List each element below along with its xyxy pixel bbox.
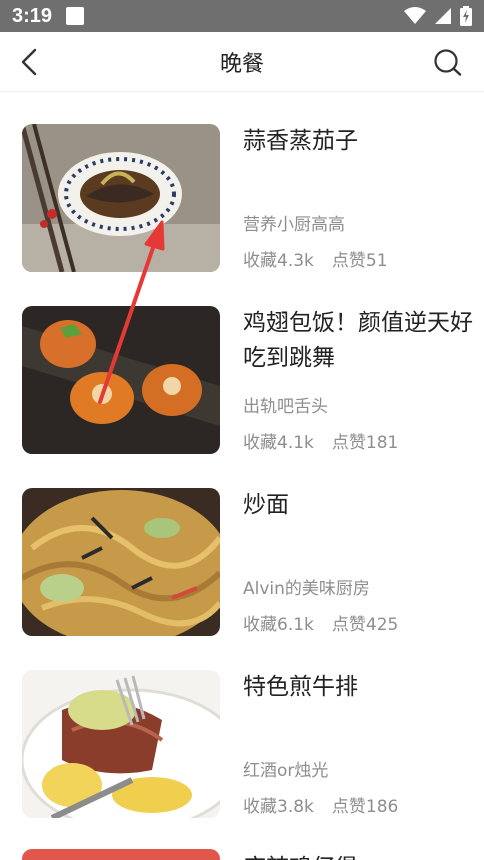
recipe-image[interactable]: [22, 306, 220, 454]
favorite-count: 收藏3.8k: [243, 797, 314, 817]
recipe-image-partial[interactable]: [22, 849, 220, 860]
search-icon[interactable]: [432, 46, 464, 78]
recipe-list: 蒜香蒸茄子 营养小厨高高 收藏4.3k 点赞51 鸡翅包饭！颜值逆天好吃到跳舞 出…: [0, 92, 484, 820]
recipe-info: 炒面 Alvin的美味厨房 收藏6.1k 点赞425: [243, 488, 473, 638]
favorite-count: 收藏4.3k: [243, 251, 314, 271]
page-title: 晚餐: [219, 51, 264, 77]
favorite-count: 收藏6.1k: [243, 615, 314, 635]
recipe-item[interactable]: 炒面 Alvin的美味厨房 收藏6.1k 点赞425: [0, 456, 484, 638]
like-count: 点赞51: [331, 251, 388, 271]
recipe-name-partial: 麻辣鸡仔煲: [243, 848, 358, 860]
cell-signal-icon: [435, 8, 451, 24]
app-bar: 晚餐: [0, 32, 484, 92]
recipe-image[interactable]: [22, 670, 220, 818]
status-bar: 3:19: [0, 0, 484, 32]
like-count: 点赞181: [331, 433, 399, 453]
recipe-item[interactable]: 特色煎牛排 红酒or烛光 收藏3.8k 点赞186: [0, 638, 484, 820]
notification-icon: [66, 7, 85, 25]
recipe-item[interactable]: 蒜香蒸茄子 营养小厨高高 收藏4.3k 点赞51: [0, 92, 484, 274]
recipe-info: 蒜香蒸茄子 营养小厨高高 收藏4.3k 点赞51: [243, 124, 473, 274]
status-time: 3:19: [12, 4, 53, 27]
status-icons: [404, 6, 472, 26]
recipe-name: 特色煎牛排: [243, 674, 358, 700]
recipe-name: 鸡翅包饭！颜值逆天好吃到跳舞: [243, 310, 473, 371]
recipe-name: 蒜香蒸茄子: [243, 128, 358, 154]
recipe-item[interactable]: 鸡翅包饭！颜值逆天好吃到跳舞 出轨吧舌头 收藏4.1k 点赞181: [0, 274, 484, 456]
recipe-name: 炒面: [243, 492, 289, 518]
recipe-info: 鸡翅包饭！颜值逆天好吃到跳舞 出轨吧舌头 收藏4.1k 点赞181: [243, 306, 473, 456]
back-arrow-icon[interactable]: [14, 46, 46, 78]
recipe-image[interactable]: [22, 124, 220, 272]
favorite-count: 收藏4.1k: [243, 433, 314, 453]
recipe-stats: 收藏6.1k 点赞425: [243, 610, 398, 635]
like-count: 点赞425: [331, 615, 399, 635]
recipe-author[interactable]: 出轨吧舌头: [243, 392, 328, 417]
recipe-stats: 收藏4.1k 点赞181: [243, 428, 398, 453]
like-count: 点赞186: [331, 797, 399, 817]
recipe-author[interactable]: 营养小厨高高: [243, 210, 345, 235]
recipe-stats: 收藏4.3k 点赞51: [243, 246, 388, 271]
recipe-info: 特色煎牛排 红酒or烛光 收藏3.8k 点赞186: [243, 670, 473, 820]
battery-charging-icon: [460, 6, 472, 26]
recipe-stats: 收藏3.8k 点赞186: [243, 792, 398, 817]
recipe-author[interactable]: 红酒or烛光: [243, 756, 328, 781]
recipe-author[interactable]: Alvin的美味厨房: [243, 574, 370, 599]
recipe-image[interactable]: [22, 488, 220, 636]
wifi-icon: [404, 7, 426, 24]
